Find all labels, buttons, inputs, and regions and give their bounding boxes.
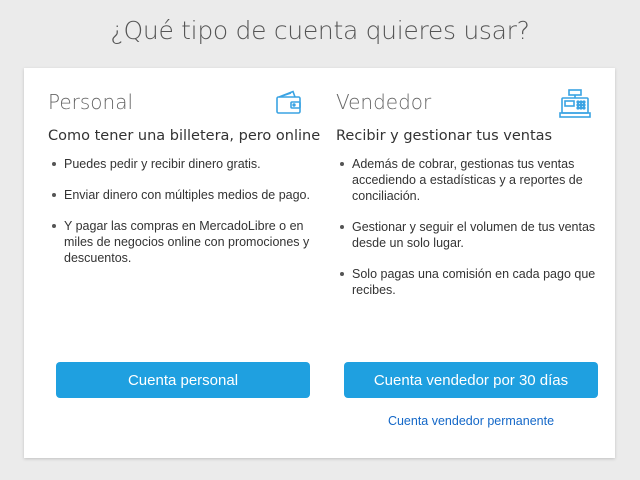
account-type-card: Personal Como tener una billetera, pero … [24,68,615,458]
seller-title: Vendedor [336,90,432,114]
seller-trial-account-button[interactable]: Cuenta vendedor por 30 días [344,362,598,398]
personal-header: Personal [48,88,314,122]
list-item: Además de cobrar, gestionas tus ventas a… [340,156,614,204]
personal-subtitle: Como tener una billetera, pero online [48,128,321,144]
page-title: ¿Qué tipo de cuenta quieres usar? [110,16,530,45]
seller-header: Vendedor [336,88,602,122]
list-item: Gestionar y seguir el volumen de tus ven… [340,219,614,251]
personal-benefits-list: Puedes pedir y recibir dinero gratis. En… [48,156,326,281]
seller-permanent-account-link[interactable]: Cuenta vendedor permanente [336,414,606,428]
personal-column: Personal Como tener una billetera, pero … [48,68,320,458]
seller-column: Vendedor Recibir y gestionar tus ventas … [336,68,602,458]
seller-subtitle: Recibir y gestionar tus ventas [336,128,553,144]
cash-register-icon [558,88,592,125]
personal-account-button[interactable]: Cuenta personal [56,362,310,398]
list-item: Puedes pedir y recibir dinero gratis. [52,156,326,172]
personal-title: Personal [48,90,134,114]
list-item: Enviar dinero con múltiples medios de pa… [52,187,326,203]
list-item: Y pagar las compras en MercadoLibre o en… [52,218,326,266]
wallet-icon [274,88,304,123]
seller-benefits-list: Además de cobrar, gestionas tus ventas a… [336,156,614,313]
list-item: Solo pagas una comisión en cada pago que… [340,266,614,298]
